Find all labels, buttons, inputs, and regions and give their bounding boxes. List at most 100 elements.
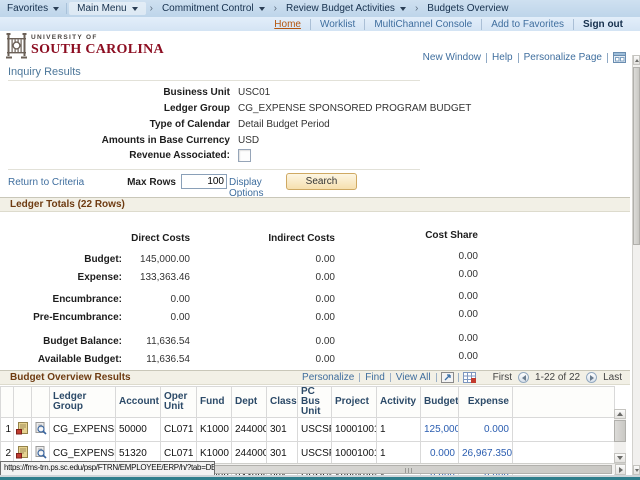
new-window-link[interactable]: New Window xyxy=(418,52,486,63)
ledger-value: 0.00 xyxy=(459,291,478,302)
worklist-link[interactable]: Worklist xyxy=(310,19,364,30)
breadcrumb-review-budget-activities[interactable]: Review Budget Activities xyxy=(279,3,413,14)
drill-down-icon[interactable] xyxy=(32,418,50,442)
sign-out-link[interactable]: Sign out xyxy=(573,19,632,30)
cell-activity: 1 xyxy=(377,442,421,466)
cell-pc-bus-unit: USCSP xyxy=(298,418,332,442)
search-button[interactable]: Search xyxy=(286,173,357,190)
revenue-associated-checkbox[interactable] xyxy=(238,149,251,162)
download-spreadsheet-icon[interactable] xyxy=(463,372,476,383)
scroll-grip xyxy=(405,468,413,473)
help-link[interactable]: Help xyxy=(487,52,518,63)
cell-budget-link[interactable]: 0.000 xyxy=(421,442,459,466)
arrow-right-icon xyxy=(619,467,623,473)
chevron-down-icon xyxy=(53,7,59,11)
page-scroll-up-button[interactable] xyxy=(633,55,640,65)
ledger-row-label: Budget Balance: xyxy=(43,336,122,347)
ledger-totals-column-headers: Direct Costs Indirect Costs Cost Share xyxy=(0,233,632,246)
ledger-value: 11,636.54 xyxy=(146,336,190,347)
cell-class: 301 xyxy=(267,418,298,442)
favorites-menu[interactable]: Favorites xyxy=(0,3,66,14)
first-link[interactable]: First xyxy=(489,372,516,383)
cell-budget-link[interactable]: 125,000.000 xyxy=(421,418,459,442)
field-label: Revenue Associated: xyxy=(0,150,230,161)
return-to-criteria-link[interactable]: Return to Criteria xyxy=(8,177,84,188)
utility-nav: Home Worklist MultiChannel Console Add t… xyxy=(0,17,640,31)
ledger-row-label: Budget: xyxy=(84,254,122,265)
field-value: USD xyxy=(238,135,259,146)
ledger-row-label: Expense: xyxy=(78,272,122,283)
cell-ledger-group: CG_EXPENSE xyxy=(50,418,116,442)
add-to-favorites-link[interactable]: Add to Favorites xyxy=(481,19,573,30)
zoom-grid-icon[interactable] xyxy=(441,372,454,383)
grid-toolbar: Personalize Find View All First 1-22 of … xyxy=(298,372,626,383)
cell-project: 10001001 xyxy=(332,418,377,442)
page-vertical-scrollbar xyxy=(632,55,640,475)
breadcrumb-separator: › xyxy=(413,3,420,14)
horizontal-scroll-thumb[interactable] xyxy=(206,465,612,474)
display-options-link[interactable]: Display Options xyxy=(229,177,273,199)
main-menu[interactable]: Main Menu xyxy=(69,2,145,15)
ledger-row-label: Pre-Encumbrance: xyxy=(33,312,122,323)
university-logo: UNIVERSITY OF SOUTH CAROLINA xyxy=(6,32,164,59)
max-rows-label: Max Rows xyxy=(120,177,176,188)
ledger-value: 0.00 xyxy=(316,354,335,365)
cell-oper-unit: CL071 xyxy=(161,418,197,442)
cell-expense-link[interactable]: 26,967.350 xyxy=(459,442,513,466)
scroll-down-button[interactable] xyxy=(614,453,626,463)
next-page-button[interactable] xyxy=(586,372,597,383)
col-direct-costs: Direct Costs xyxy=(131,233,190,244)
breadcrumb-commitment-control[interactable]: Commitment Control xyxy=(155,3,272,14)
field-revenue-associated: Revenue Associated: xyxy=(0,150,420,164)
crumb-label: Review Budget Activities xyxy=(286,3,395,14)
arrow-left-icon xyxy=(522,375,526,381)
header-blank xyxy=(1,387,14,418)
breadcrumb-separator: › xyxy=(272,3,279,14)
scroll-up-button[interactable] xyxy=(614,409,626,419)
cell-fund: K1000 xyxy=(197,418,232,442)
ledger-row-encumbrance: Encumbrance: 0.00 0.00 0.00 xyxy=(0,294,632,307)
field-label: Amounts in Base Currency xyxy=(0,135,230,146)
cell-activity: 1 xyxy=(377,418,421,442)
brand-south-carolina: SOUTH CAROLINA xyxy=(31,43,164,57)
col-activity: Activity xyxy=(377,387,421,418)
grid-scroll-thumb[interactable] xyxy=(614,420,626,442)
cell-account: 50000 xyxy=(116,418,161,442)
pagebar: New Window Help Personalize Page xyxy=(418,52,626,63)
page-scroll-thumb[interactable] xyxy=(633,67,640,245)
view-all-link[interactable]: View All xyxy=(392,372,435,383)
arrow-down-icon xyxy=(635,469,639,472)
previous-page-button[interactable] xyxy=(518,372,529,383)
budgets-overview-page: Favorites Main Menu › Commitment Control… xyxy=(0,0,640,480)
show-budget-details-icon[interactable] xyxy=(14,418,32,442)
scroll-right-button[interactable] xyxy=(615,464,626,475)
field-ledger-group: Ledger Group CG_EXPENSE SPONSORED PROGRA… xyxy=(0,103,420,117)
personalize-link[interactable]: Personalize xyxy=(298,372,358,383)
col-indirect-costs: Indirect Costs xyxy=(268,233,335,244)
cell-expense-link[interactable]: 0.000 xyxy=(459,418,513,442)
chevron-down-icon xyxy=(132,7,138,11)
header-filler xyxy=(513,387,615,418)
breadcrumb-divider xyxy=(66,3,67,14)
ledger-value: 145,000.00 xyxy=(140,254,190,265)
field-label: Ledger Group xyxy=(0,103,230,114)
last-link[interactable]: Last xyxy=(599,372,626,383)
chevron-down-icon xyxy=(259,7,265,11)
find-link[interactable]: Find xyxy=(361,372,388,383)
field-type-of-calendar: Type of Calendar Detail Budget Period xyxy=(0,119,420,133)
cell-project: 10001001 xyxy=(332,442,377,466)
cell-class: 301 xyxy=(267,442,298,466)
main-menu-label: Main Menu xyxy=(77,3,126,14)
page-scroll-down-button[interactable] xyxy=(633,465,640,475)
home-link[interactable]: Home xyxy=(265,19,310,30)
col-expense: Expense xyxy=(459,387,513,418)
ledger-row-pre-encumbrance: Pre-Encumbrance: 0.00 0.00 0.00 xyxy=(0,312,632,325)
favorites-label: Favorites xyxy=(7,3,48,14)
personalize-page-link[interactable]: Personalize Page xyxy=(519,52,607,63)
ledger-value: 0.00 xyxy=(171,312,190,323)
multichannel-console-link[interactable]: MultiChannel Console xyxy=(364,19,481,30)
ledger-value: 0.00 xyxy=(316,336,335,347)
max-rows-input[interactable] xyxy=(181,174,227,189)
breadcrumb-budgets-overview: Budgets Overview xyxy=(420,3,515,14)
personalize-layout-icon[interactable] xyxy=(613,52,626,63)
